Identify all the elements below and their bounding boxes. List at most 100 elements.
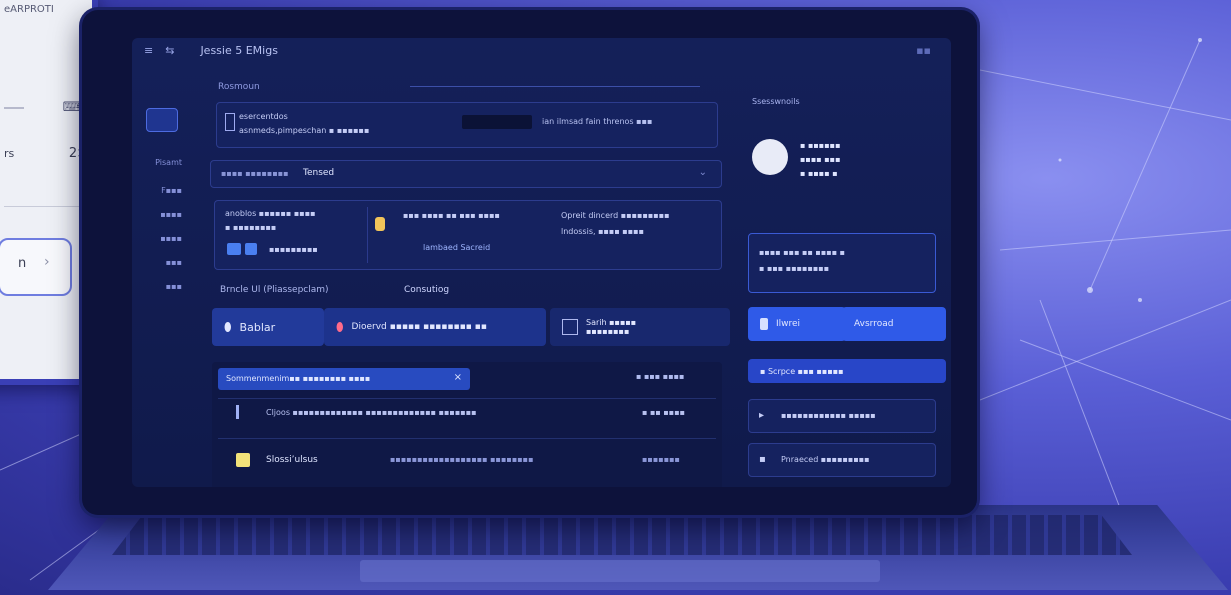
subsection-label: Brncle Ul (Pliassepclam) (220, 285, 329, 295)
filter-right-text: ▪ ▪▪▪ ▪▪▪▪ (636, 372, 685, 381)
window-tab-hint: ▪▪ (916, 43, 931, 57)
folder-icon (236, 453, 250, 467)
top-panel-right: ian ilmsad fain threnos ▪▪▪ (542, 117, 653, 126)
card-a-line3: ▪▪▪▪▪▪▪▪▪ (269, 245, 318, 254)
row2-right: ▪▪▪▪▪▪▪ (642, 455, 680, 464)
section-label: Rosmoun (218, 82, 260, 92)
profile-line1: ▪ ▪▪▪▪▪▪ (800, 141, 841, 150)
document-icon (225, 113, 235, 131)
search-prefix: ▪▪▪▪ ▪▪▪▪▪▪▪▪ (221, 169, 289, 178)
shield-icon: ⬮ (224, 319, 232, 334)
grid-icon (562, 319, 578, 335)
sidebar-active-item[interactable] (146, 108, 178, 132)
subsection-value: Consutiog (404, 285, 450, 295)
sidebar-item-4[interactable]: ▪▪▪▪ (142, 234, 182, 244)
blue-badge-icon-2 (245, 243, 257, 255)
menu-icon[interactable]: ≡ (144, 44, 153, 57)
profile-line2: ▪▪▪▪ ▪▪▪ (800, 155, 841, 164)
card-b-line1: ▪▪▪ ▪▪▪▪ ▪▪ ▪▪▪ ▪▪▪▪ (403, 211, 500, 220)
card-c-line1: Opreit dincerd ▪▪▪▪▪▪▪▪▪ (561, 211, 670, 220)
sidebar-item-3[interactable]: ▪▪▪▪ (142, 210, 182, 220)
sarih-line1: Sarih ▪▪▪▪▪ (586, 318, 637, 327)
row-marker-icon (236, 405, 239, 419)
avatar (752, 139, 788, 175)
ilwrei-button[interactable]: Ilwrei (748, 307, 846, 341)
card-row-second[interactable]: rs 2> (4, 146, 88, 161)
avsrroad-label: Avsrroad (854, 319, 894, 329)
info-line1: ▪▪▪▪ ▪▪▪ ▪▪ ▪▪▪▪ ▪ (759, 248, 846, 257)
row1-right: ▪ ▪▪ ▪▪▪▪ (642, 408, 686, 417)
window-title: Jessie 5 EMigs (200, 43, 278, 57)
bablar-label: Bablar (239, 320, 276, 334)
pill-label: n (18, 256, 27, 271)
card-row-keyboard[interactable]: ⌨▸ (4, 100, 88, 115)
dioervd-button[interactable]: ⬮ Dioervd ▪▪▪▪▪ ▪▪▪▪▪▪▪▪ ▪▪ (324, 308, 546, 346)
right-footer: ▪▪▪▪▪ ▪▪▪▪▪▪ (754, 485, 816, 487)
sarih-line2: ▪▪▪▪▪▪▪▪ (586, 327, 630, 336)
bablar-button[interactable]: ⬮ Bablar (212, 308, 324, 346)
wide-action-button[interactable]: ▪ Scrpce ▪▪▪ ▪▪▪▪▪ (748, 359, 946, 383)
search-input[interactable]: Tensed (303, 168, 334, 178)
top-panel-line2: asnmeds,pimpeschan ▪ ▪▪▪▪▪▪ (239, 126, 370, 135)
list-item[interactable]: Slossi’ulsus ▪▪▪▪▪▪▪▪▪▪▪▪▪▪▪▪▪▪ ▪▪▪▪▪▪▪▪… (218, 438, 716, 479)
top-panel-line1: esercentdos (239, 112, 288, 121)
chat-icon: ▪ (759, 454, 766, 465)
right-header: Ssesswnoils (752, 97, 800, 106)
card-header-text: eARPROTI (4, 4, 54, 15)
sidebar-item-5[interactable]: ▪▪▪ (142, 258, 182, 268)
divider (4, 206, 88, 207)
laptop-trackpad (360, 560, 880, 582)
sarih-button[interactable]: Sarih ▪▪▪▪▪ ▪▪▪▪▪▪▪▪ (550, 308, 730, 346)
filter-chip[interactable]: Sommenmenim▪▪ ▪▪▪▪▪▪▪▪ ▪▪▪▪ × (218, 368, 470, 390)
card-b-button[interactable]: lambaed Sacreid (423, 243, 490, 252)
flag-icon: ▸ (759, 410, 765, 421)
wide-action-label: ▪ Scrpce ▪▪▪ ▪▪▪▪▪ (760, 366, 844, 376)
list-panel: Sommenmenim▪▪ ▪▪▪▪▪▪▪▪ ▪▪▪▪ × ▪ ▪▪▪ ▪▪▪▪… (212, 362, 722, 487)
close-icon[interactable]: × (454, 372, 462, 383)
right-panel: Ssesswnoils ▪ ▪▪▪▪▪▪ ▪▪▪▪ ▪▪▪ ▪ ▪▪▪▪ ▪ ▪… (744, 93, 946, 487)
laptop-keyboard (112, 515, 1132, 555)
card-a-line1: anoblos ▪▪▪▪▪▪ ▪▪▪▪ (225, 209, 316, 218)
alert-icon: ⬮ (336, 319, 344, 334)
profile-line3: ▪ ▪▪▪▪ ▪ (800, 169, 838, 178)
lock-icon (375, 217, 385, 231)
divider (367, 207, 368, 263)
right-list-item-2[interactable]: ▪ Pnraeced ▪▪▪▪▪▪▪▪▪ (748, 443, 936, 477)
right-list-item-1[interactable]: ▸ ▪▪▪▪▪▪▪▪▪▪▪▪ ▪▪▪▪▪ (748, 399, 936, 433)
lock-icon (760, 318, 768, 330)
row2-text: ▪▪▪▪▪▪▪▪▪▪▪▪▪▪▪▪▪▪ ▪▪▪▪▪▪▪▪ (390, 455, 534, 464)
sidebar-item-6[interactable]: ▪▪▪ (142, 282, 182, 292)
sidebar-item-1[interactable]: Pisamt (142, 158, 182, 168)
avsrroad-button[interactable]: Avsrroad (842, 307, 946, 341)
chevron-down-icon[interactable]: ⌄ (699, 167, 707, 178)
list-item[interactable]: Cljoos ▪▪▪▪▪▪▪▪▪▪▪▪▪ ▪▪▪▪▪▪▪▪▪▪▪▪▪ ▪▪▪▪▪… (218, 398, 716, 427)
info-line2: ▪ ▪▪▪ ▪▪▪▪▪▪▪▪ (759, 264, 830, 273)
dioervd-label: Dioervd ▪▪▪▪▪ ▪▪▪▪▪▪▪▪ ▪▪ (351, 322, 487, 332)
card-pill-button[interactable]: n › (0, 238, 72, 296)
app-window: ≡ ⇆ Jessie 5 EMigs ▪▪ Pisamt F▪▪▪ ▪▪▪▪ ▪… (132, 38, 951, 487)
right-item1-label: ▪▪▪▪▪▪▪▪▪▪▪▪ ▪▪▪▪▪ (781, 411, 876, 420)
chevron-right-icon: › (44, 254, 50, 270)
row2-label: Slossi’ulsus (266, 455, 318, 465)
sidebar-item-2[interactable]: F▪▪▪ (142, 186, 182, 196)
blue-badge-icon (227, 243, 241, 255)
filter-label: Sommenmenim▪▪ ▪▪▪▪▪▪▪▪ ▪▪▪▪ (226, 374, 371, 383)
card-c-line2: lndossis, ▪▪▪▪ ▪▪▪▪ (561, 227, 644, 236)
card-row-label: rs (4, 147, 15, 160)
top-panel[interactable]: esercentdos asnmeds,pimpeschan ▪ ▪▪▪▪▪▪ … (216, 102, 718, 148)
profile-card[interactable]: ▪ ▪▪▪▪▪▪ ▪▪▪▪ ▪▪▪ ▪ ▪▪▪▪ ▪ (748, 113, 934, 193)
top-panel-field[interactable] (462, 115, 532, 129)
ilwrei-label: Ilwrei (776, 319, 801, 329)
laptop-lid: ≡ ⇆ Jessie 5 EMigs ▪▪ Pisamt F▪▪▪ ▪▪▪▪ ▪… (82, 10, 977, 515)
search-bar[interactable]: ▪▪▪▪ ▪▪▪▪▪▪▪▪ Tensed ⌄ (210, 160, 722, 188)
divider (410, 86, 700, 87)
titlebar: ≡ ⇆ Jessie 5 EMigs ▪▪ (132, 38, 951, 62)
sidebar: Pisamt F▪▪▪ ▪▪▪▪ ▪▪▪▪ ▪▪▪ ▪▪▪ (132, 68, 192, 487)
details-panel: anoblos ▪▪▪▪▪▪ ▪▪▪▪ ▪ ▪▪▪▪▪▪▪▪ ▪▪▪▪▪▪▪▪▪… (214, 200, 722, 270)
row1-text: Cljoos ▪▪▪▪▪▪▪▪▪▪▪▪▪ ▪▪▪▪▪▪▪▪▪▪▪▪▪ ▪▪▪▪▪… (266, 408, 477, 417)
swap-icon[interactable]: ⇆ (165, 44, 174, 57)
card-a-line2: ▪ ▪▪▪▪▪▪▪▪ (225, 223, 277, 232)
main-content: Rosmoun esercentdos asnmeds,pimpeschan ▪… (210, 78, 730, 487)
right-item2-label: Pnraeced ▪▪▪▪▪▪▪▪▪ (781, 455, 870, 464)
info-card[interactable]: ▪▪▪▪ ▪▪▪ ▪▪ ▪▪▪▪ ▪ ▪ ▪▪▪ ▪▪▪▪▪▪▪▪ (748, 233, 936, 293)
